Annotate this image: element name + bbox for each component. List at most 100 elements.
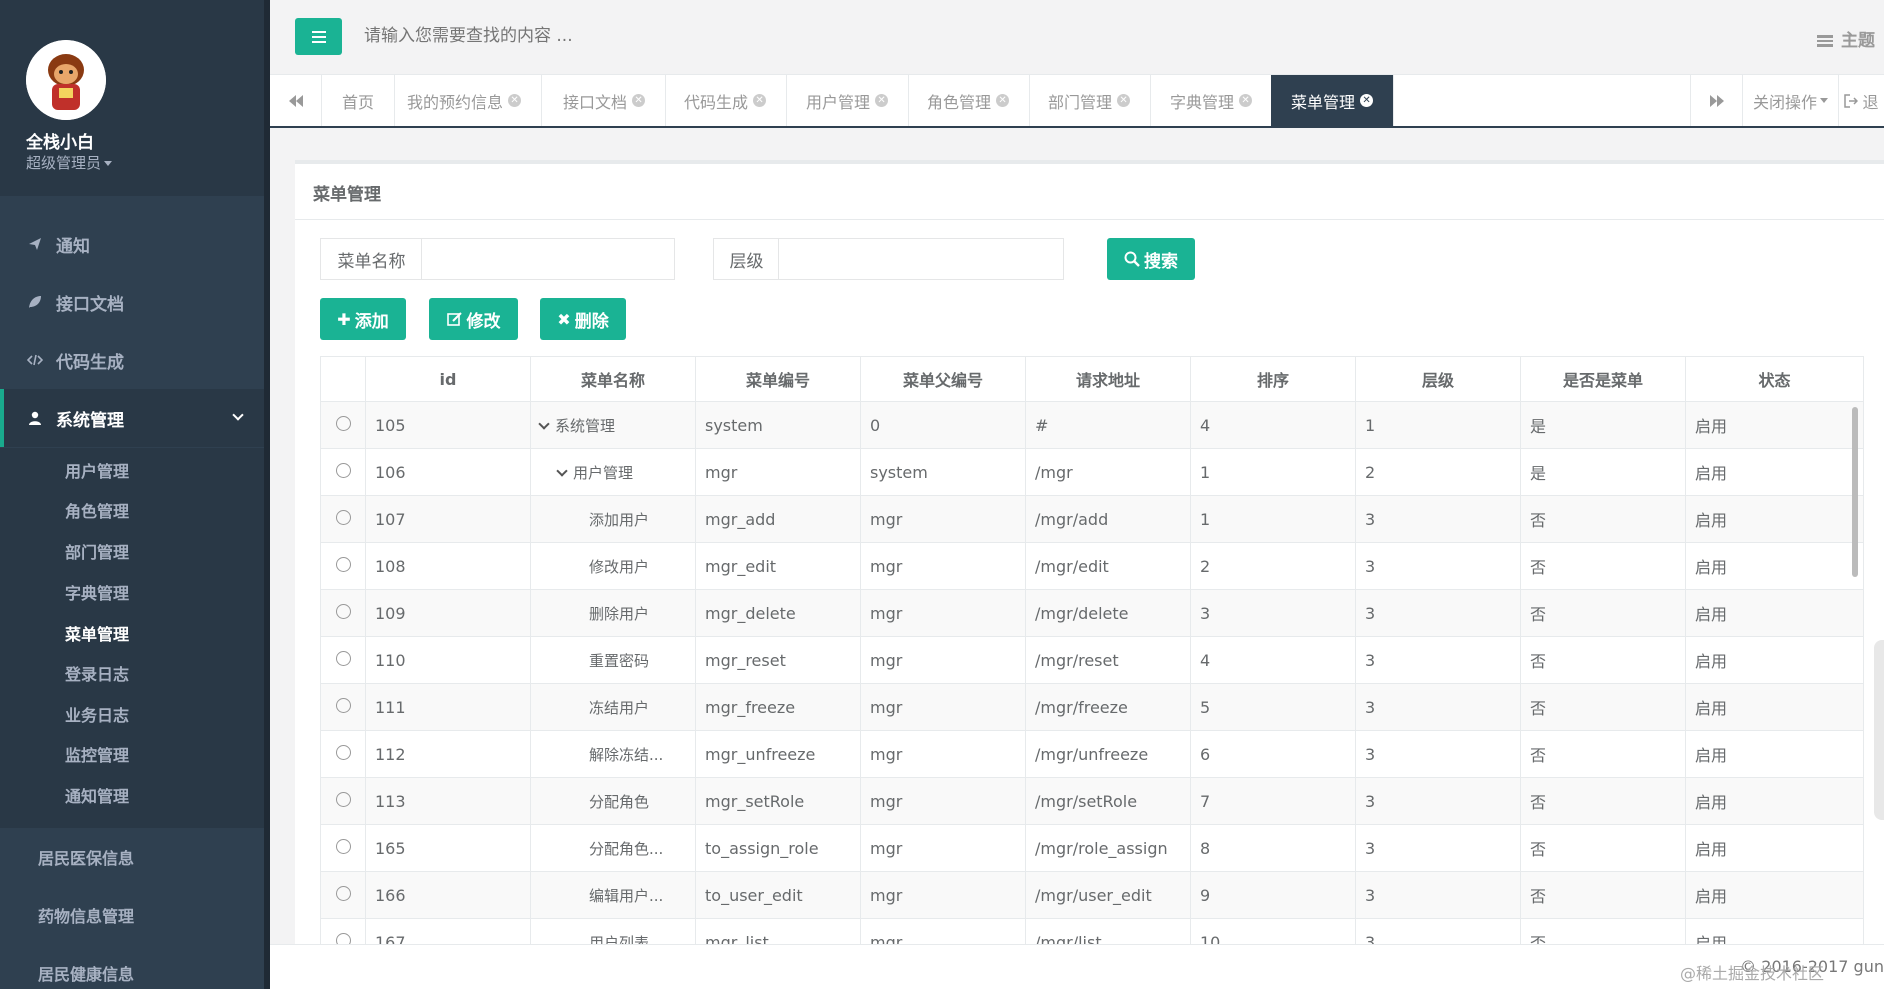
table-row[interactable]: 113 分配角色 mgr_setRole mgr/mgr/setRole 7 3 否启用	[320, 777, 1864, 825]
sidebar-item-dicts[interactable]: 字典管理	[65, 580, 129, 604]
close-icon[interactable]: ✕	[1360, 94, 1374, 107]
tab-api-docs[interactable]: 接口文档 ✕	[543, 75, 667, 126]
edit-button[interactable]: 修改	[429, 298, 518, 340]
close-actions-dropdown[interactable]: 关闭操作	[1742, 75, 1838, 126]
exit-button[interactable]: 退	[1838, 75, 1884, 126]
row-radio[interactable]	[335, 791, 351, 807]
row-select-cell[interactable]	[320, 918, 366, 944]
nav-item-drugs[interactable]: 药物信息管理	[38, 903, 134, 927]
row-radio[interactable]	[335, 697, 351, 713]
nav-item-system[interactable]: 系统管理	[0, 389, 264, 447]
sidebar-item-users[interactable]: 用户管理	[65, 458, 129, 482]
table-row[interactable]: 165 分配角色... to_assign_role mgr/mgr/role_ass…	[320, 824, 1864, 872]
sidebar-item-roles[interactable]: 角色管理	[65, 498, 129, 522]
row-radio[interactable]	[335, 603, 351, 619]
sidebar-item-monitor[interactable]: 监控管理	[65, 742, 129, 766]
row-select-cell[interactable]	[320, 542, 366, 590]
column-header[interactable]: 排序	[1190, 356, 1356, 402]
row-radio[interactable]	[335, 415, 351, 431]
nav-item-notice[interactable]: 通知	[0, 215, 264, 273]
row-select-cell[interactable]	[320, 589, 366, 637]
tabs-scroll-left-button[interactable]	[270, 75, 322, 126]
column-header[interactable]: id	[365, 356, 531, 402]
row-radio[interactable]	[335, 509, 351, 525]
row-select-cell[interactable]	[320, 871, 366, 919]
close-icon[interactable]: ✕	[508, 94, 522, 107]
row-radio[interactable]	[335, 838, 351, 854]
nav-item-insurance[interactable]: 居民医保信息	[38, 845, 134, 869]
row-select-cell[interactable]	[320, 683, 366, 731]
tabs-scroll-right-button[interactable]	[1690, 75, 1742, 126]
avatar[interactable]	[26, 40, 106, 120]
chevron-down-icon[interactable]	[556, 464, 568, 477]
global-search-input[interactable]	[364, 26, 964, 46]
table-row[interactable]: 105 系统管理 system 0 #4 1 是启用	[320, 401, 1864, 449]
tab-menus[interactable]: 菜单管理 ✕	[1271, 75, 1395, 126]
row-select-cell[interactable]	[320, 777, 366, 825]
column-header[interactable]: 菜单父编号	[860, 356, 1026, 402]
row-radio[interactable]	[335, 885, 351, 901]
chevron-down-icon[interactable]	[538, 417, 550, 430]
row-radio[interactable]	[335, 744, 351, 760]
row-select-cell[interactable]	[320, 401, 366, 449]
tab-home[interactable]: 首页	[322, 75, 396, 126]
table-row[interactable]: 166 编辑用户... to_user_edit mgr/mgr/user_edit 9…	[320, 871, 1864, 919]
theme-button[interactable]: 主题	[1817, 26, 1875, 51]
sidebar-item-biz-log[interactable]: 业务日志	[65, 702, 129, 726]
table-scrollbar[interactable]	[1852, 407, 1858, 577]
table-row[interactable]: 108 修改用户 mgr_edit mgr/mgr/edit 2 3 否启用	[320, 542, 1864, 590]
nav-item-code-gen[interactable]: 代码生成	[0, 331, 264, 389]
column-header[interactable]: 菜单编号	[695, 356, 861, 402]
column-header[interactable]: 状态	[1685, 356, 1864, 402]
table-row[interactable]: 106 用户管理 mgr system/mgr 1 2 是启用	[320, 448, 1864, 496]
close-icon[interactable]: ✕	[996, 94, 1010, 107]
table-row[interactable]: 167 用户列表 mgr_list mgr/mgr/list 10 3 否启用	[320, 918, 1864, 944]
menu-name-input[interactable]	[421, 238, 675, 280]
nav-item-api-docs[interactable]: 接口文档	[0, 273, 264, 331]
menu-toggle-button[interactable]	[295, 18, 342, 55]
close-icon[interactable]: ✕	[1117, 94, 1131, 107]
tab-depts[interactable]: 部门管理 ✕	[1028, 75, 1152, 126]
column-header[interactable]: 菜单名称	[530, 356, 696, 402]
tab-code-gen[interactable]: 代码生成 ✕	[664, 75, 788, 126]
nav-item-health[interactable]: 居民健康信息	[38, 961, 134, 985]
level-input[interactable]	[778, 238, 1064, 280]
close-icon[interactable]: ✕	[1239, 94, 1253, 107]
row-radio[interactable]	[335, 650, 351, 666]
table-row[interactable]: 112 解除冻结... mgr_unfreeze mgr/mgr/unfreeze 6 3…	[320, 730, 1864, 778]
table-row[interactable]: 110 重置密码 mgr_reset mgr/mgr/reset 4 3 否启用	[320, 636, 1864, 684]
close-icon[interactable]: ✕	[875, 94, 889, 107]
sidebar-item-depts[interactable]: 部门管理	[65, 539, 129, 563]
row-select-cell[interactable]	[320, 730, 366, 778]
sidebar-item-notify[interactable]: 通知管理	[65, 783, 129, 807]
side-drawer-handle[interactable]	[1874, 640, 1884, 820]
row-select-cell[interactable]	[320, 448, 366, 496]
table-row[interactable]: 107 添加用户 mgr_add mgr/mgr/add 1 3 否启用	[320, 495, 1864, 543]
close-icon[interactable]: ✕	[753, 94, 767, 107]
tab-my-appointments[interactable]: 我的预约信息 ✕	[387, 75, 543, 126]
sidebar-item-menus[interactable]: 菜单管理	[65, 621, 129, 645]
tab-dicts[interactable]: 字典管理 ✕	[1150, 75, 1274, 126]
tab-users[interactable]: 用户管理 ✕	[786, 75, 910, 126]
table-row[interactable]: 109 删除用户 mgr_delete mgr/mgr/delete 3 3 否启用	[320, 589, 1864, 637]
tab-roles[interactable]: 角色管理 ✕	[907, 75, 1031, 126]
add-button[interactable]: ✚ 添加	[320, 298, 406, 340]
profile-role-dropdown[interactable]: 超级管理员	[26, 152, 113, 173]
row-select-cell[interactable]	[320, 495, 366, 543]
page-tabs: 首页 我的预约信息 ✕ 接口文档 ✕ 代码生成 ✕ 用户管理 ✕ 角色管理 ✕ 部门管理 ✕…	[270, 75, 1884, 128]
row-radio[interactable]	[335, 462, 351, 478]
table-header-row: id 菜单名称 菜单编号 菜单父编号 请求地址 排序 层级 是否是菜单 状态	[320, 356, 1864, 402]
sidebar-item-login-log[interactable]: 登录日志	[65, 661, 129, 685]
column-header[interactable]: 层级	[1355, 356, 1521, 402]
row-radio[interactable]	[335, 556, 351, 572]
column-header[interactable]: 是否是菜单	[1520, 356, 1686, 402]
table-row[interactable]: 111 冻结用户 mgr_freeze mgr/mgr/freeze 5 3 否启用	[320, 683, 1864, 731]
row-radio[interactable]	[335, 932, 351, 944]
column-header[interactable]: 请求地址	[1025, 356, 1191, 402]
row-select-cell[interactable]	[320, 636, 366, 684]
cell-code: mgr_unfreeze	[695, 730, 861, 778]
search-button[interactable]: 搜索	[1107, 238, 1195, 280]
delete-button[interactable]: ✖ 删除	[540, 298, 626, 340]
close-icon[interactable]: ✕	[632, 94, 646, 107]
row-select-cell[interactable]	[320, 824, 366, 872]
